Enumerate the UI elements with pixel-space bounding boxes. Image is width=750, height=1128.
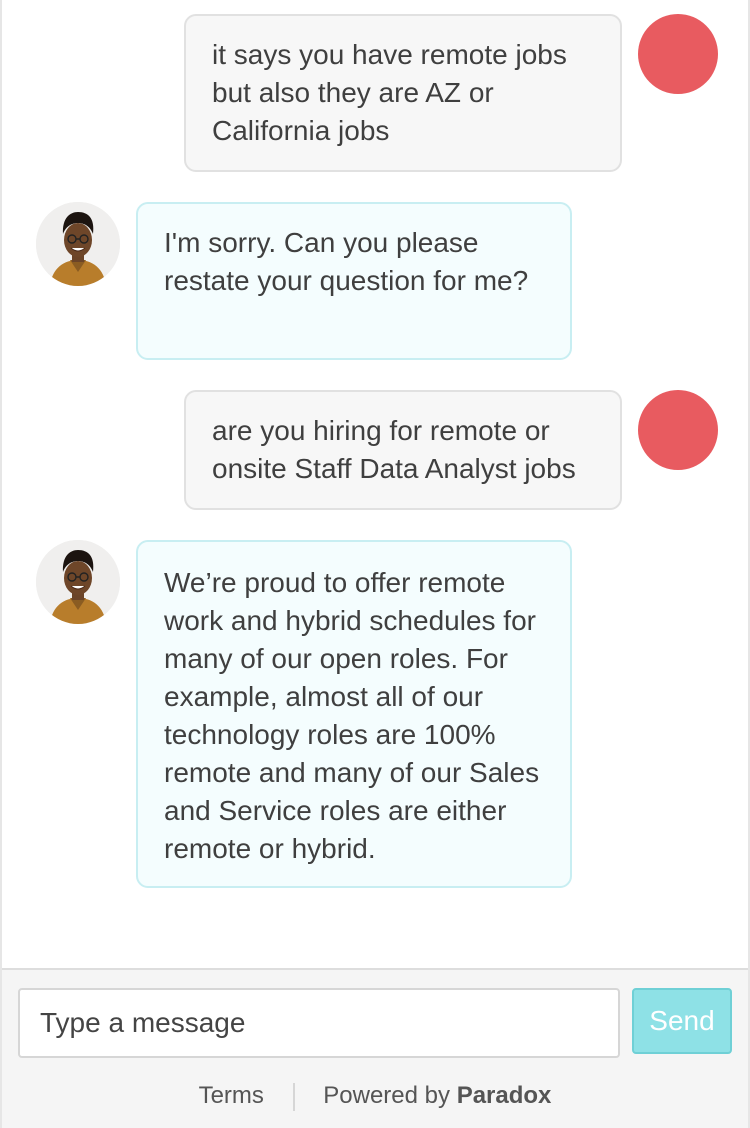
user-message: are you hiring for remote or onsite Staf… (2, 376, 748, 516)
recruiter-avatar-icon (36, 202, 120, 286)
message-input[interactable] (18, 988, 620, 1058)
recruiter-avatar-icon (36, 540, 120, 624)
terms-link[interactable]: Terms (199, 1082, 264, 1109)
paradox-brand-link[interactable]: Paradox (457, 1082, 552, 1109)
user-message-text: are you hiring for remote or onsite Staf… (212, 415, 576, 484)
message-composer: Send Terms Powered by Paradox (2, 968, 748, 1128)
send-button[interactable]: Send (632, 988, 732, 1054)
footer-divider (292, 1082, 295, 1111)
user-message: it says you have remote jobs but also th… (2, 0, 748, 190)
bot-message-bubble: I'm sorry. Can you please restate your q… (136, 202, 572, 360)
bot-message: I'm sorry. Can you please restate your q… (2, 190, 748, 366)
recruiter-avatar (36, 202, 120, 286)
user-avatar (638, 14, 718, 94)
user-message-bubble: are you hiring for remote or onsite Staf… (184, 390, 622, 510)
user-avatar (638, 390, 718, 470)
chat-widget: it says you have remote jobs but also th… (0, 0, 750, 1128)
bot-message-text: We’re proud to offer remote work and hyb… (164, 567, 540, 864)
recruiter-avatar (36, 540, 120, 624)
bot-message-bubble: We’re proud to offer remote work and hyb… (136, 540, 572, 888)
bot-message-text: I'm sorry. Can you please restate your q… (164, 227, 529, 296)
footer: Terms Powered by Paradox (2, 1076, 748, 1116)
user-message-bubble: it says you have remote jobs but also th… (184, 14, 622, 172)
powered-by-label: Powered by (323, 1082, 451, 1109)
bot-message: We’re proud to offer remote work and hyb… (2, 528, 748, 898)
message-thread[interactable]: it says you have remote jobs but also th… (2, 0, 748, 968)
user-message-text: it says you have remote jobs but also th… (212, 39, 567, 146)
